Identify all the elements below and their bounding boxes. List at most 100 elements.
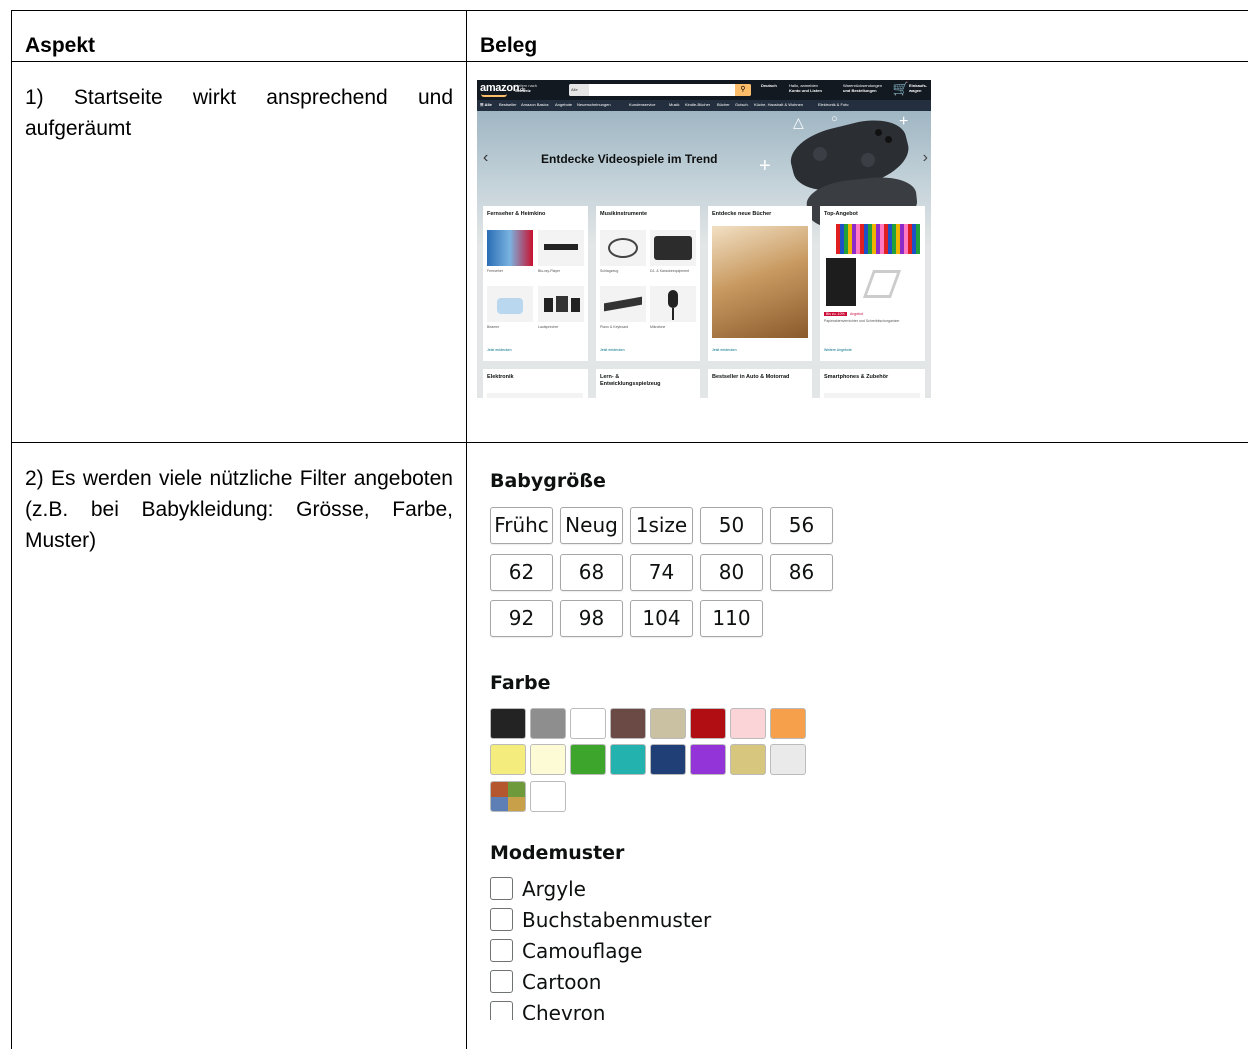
amazon-account: Hallo, anmelden Konto und Listen <box>789 83 822 93</box>
gamepad-button-icon <box>875 129 882 136</box>
size-option[interactable]: 110 <box>700 600 763 637</box>
amazon-cart-label: Einkaufs- wagen <box>909 83 928 93</box>
circle-icon: ○ <box>831 113 838 125</box>
nav-item: Gutsch. <box>735 102 749 107</box>
size-option[interactable]: Frühc <box>490 507 553 544</box>
product-image <box>650 286 696 322</box>
product-image <box>487 286 533 322</box>
amazon-card-instruments: Musikinstrumente Schlagzeug DJ- & Karaok… <box>596 206 700 361</box>
table-rule-row1 <box>11 442 1248 443</box>
shredder-image <box>826 258 856 306</box>
nav-item: Kindle-Bücher <box>685 102 711 107</box>
color-swatch[interactable] <box>690 708 726 739</box>
nav-item: Musik <box>669 102 680 107</box>
row2-aspect-text: 2) Es werden viele nützliche Filter ange… <box>25 467 453 552</box>
amazon-search-bar: Alle ⚲ <box>569 84 751 96</box>
color-swatch[interactable] <box>770 708 806 739</box>
size-option[interactable]: 86 <box>770 554 833 591</box>
nav-item: Bestseller <box>499 102 517 107</box>
chevron-right-icon: › <box>922 149 928 166</box>
size-option[interactable]: 92 <box>490 600 553 637</box>
size-option[interactable]: 62 <box>490 554 553 591</box>
gamepad-button-icon <box>885 136 892 143</box>
color-swatch[interactable] <box>570 744 606 775</box>
size-option[interactable]: 74 <box>630 554 693 591</box>
color-swatch[interactable] <box>610 744 646 775</box>
product-image <box>650 230 696 266</box>
color-swatch[interactable] <box>730 708 766 739</box>
nav-item: Neuerscheinungen <box>577 102 611 107</box>
color-swatch[interactable] <box>530 781 566 812</box>
product-image <box>487 230 533 266</box>
color-swatch[interactable] <box>570 708 606 739</box>
product-image <box>538 286 584 322</box>
checkbox[interactable] <box>490 877 513 900</box>
row1-aspect-text: 1) Startseite wirkt ansprechend und aufg… <box>25 86 453 140</box>
color-swatch[interactable] <box>490 708 526 739</box>
table-rule-top <box>11 10 1248 11</box>
size-option[interactable]: Neug <box>560 507 623 544</box>
amazon-card-top-deal: Top-Angebot Bis zu -10% Angebot Papierak… <box>820 206 925 361</box>
color-swatch[interactable] <box>530 744 566 775</box>
gamepad-stick-icon <box>813 147 827 161</box>
size-option[interactable]: 56 <box>770 507 833 544</box>
filter-pattern-title: Modemuster <box>490 842 625 864</box>
table-rule-middle <box>466 10 467 1049</box>
size-option[interactable]: 80 <box>700 554 763 591</box>
cart-icon: 🛒 <box>892 81 909 96</box>
size-option[interactable]: 98 <box>560 600 623 637</box>
amazon-search-category: Alle <box>569 84 589 96</box>
plus-icon: + <box>759 155 771 177</box>
markers-image <box>836 224 920 254</box>
header-aspect: Aspekt <box>25 34 96 57</box>
size-option[interactable]: 50 <box>700 507 763 544</box>
checkbox[interactable] <box>490 970 513 993</box>
search-icon: ⚲ <box>735 84 751 96</box>
nav-item: ☰ Alle <box>480 102 492 107</box>
color-swatch[interactable] <box>690 744 726 775</box>
amazon-card-tv: Fernseher & Heimkino Fernseher Blu-ray-P… <box>483 206 588 361</box>
amazon-logo-smile-icon <box>481 94 507 97</box>
color-swatch[interactable] <box>650 744 686 775</box>
size-option[interactable]: 104 <box>630 600 693 637</box>
filter-size-title: Babygröße <box>490 470 606 492</box>
color-swatch[interactable] <box>530 708 566 739</box>
checkbox[interactable] <box>490 1001 513 1020</box>
amazon-card-toys: Lern- & Entwicklungsspielzeug <box>596 369 700 398</box>
color-swatch[interactable] <box>650 708 686 739</box>
amazon-location: Liefern nach Schweiz <box>515 83 538 93</box>
color-swatch[interactable] <box>490 744 526 775</box>
product-image <box>538 230 584 266</box>
header-beleg: Beleg <box>480 34 538 57</box>
chevron-left-icon: ‹ <box>483 149 489 166</box>
checkbox[interactable] <box>490 908 513 931</box>
nav-item: Amazon Basics <box>521 102 549 107</box>
color-swatch[interactable] <box>730 744 766 775</box>
nav-item: Kundenservice <box>629 102 656 107</box>
book-image <box>712 226 808 338</box>
amazon-nav-bar: ☰ Alle Bestseller Amazon Basics Angebote… <box>477 100 931 111</box>
amazon-card-books: Entdecke neue Bücher Jetzt entdecken <box>708 206 812 361</box>
hero-title: Entdecke Videospiele im Trend <box>541 152 718 166</box>
amazon-homepage-screenshot: amazon.de Liefern nach Schweiz Alle ⚲ De… <box>477 80 931 398</box>
stand-image <box>862 266 902 304</box>
product-image <box>600 230 646 266</box>
product-image <box>824 393 920 398</box>
size-option[interactable]: 1size <box>630 507 693 544</box>
amazon-card-electronics: Elektronik <box>483 369 588 398</box>
color-swatch[interactable] <box>610 708 646 739</box>
checkbox[interactable] <box>490 939 513 962</box>
color-swatch[interactable] <box>770 744 806 775</box>
size-option[interactable]: 68 <box>560 554 623 591</box>
amazon-card-smartphones: Smartphones & Zubehör <box>820 369 925 398</box>
nav-item: Elektronik & Foto <box>818 102 849 107</box>
deal-badge: Bis zu -10% <box>824 312 847 316</box>
nav-item: Küche, Haushalt & Wohnen <box>754 102 804 107</box>
table-rule-left <box>11 10 12 1049</box>
filter-screenshot: Babygröße Frühc Neug 1size 50 56 62 68 7… <box>477 460 837 1020</box>
amazon-orders: Warenrücksendungen und Bestellungen <box>843 83 882 93</box>
amazon-top-bar: amazon.de Liefern nach Schweiz Alle ⚲ De… <box>477 80 931 100</box>
amazon-card-auto: Bestseller in Auto & Motorrad <box>708 369 812 398</box>
color-swatch-multicolor[interactable] <box>490 781 526 812</box>
gamepad-stick-icon <box>861 153 875 167</box>
